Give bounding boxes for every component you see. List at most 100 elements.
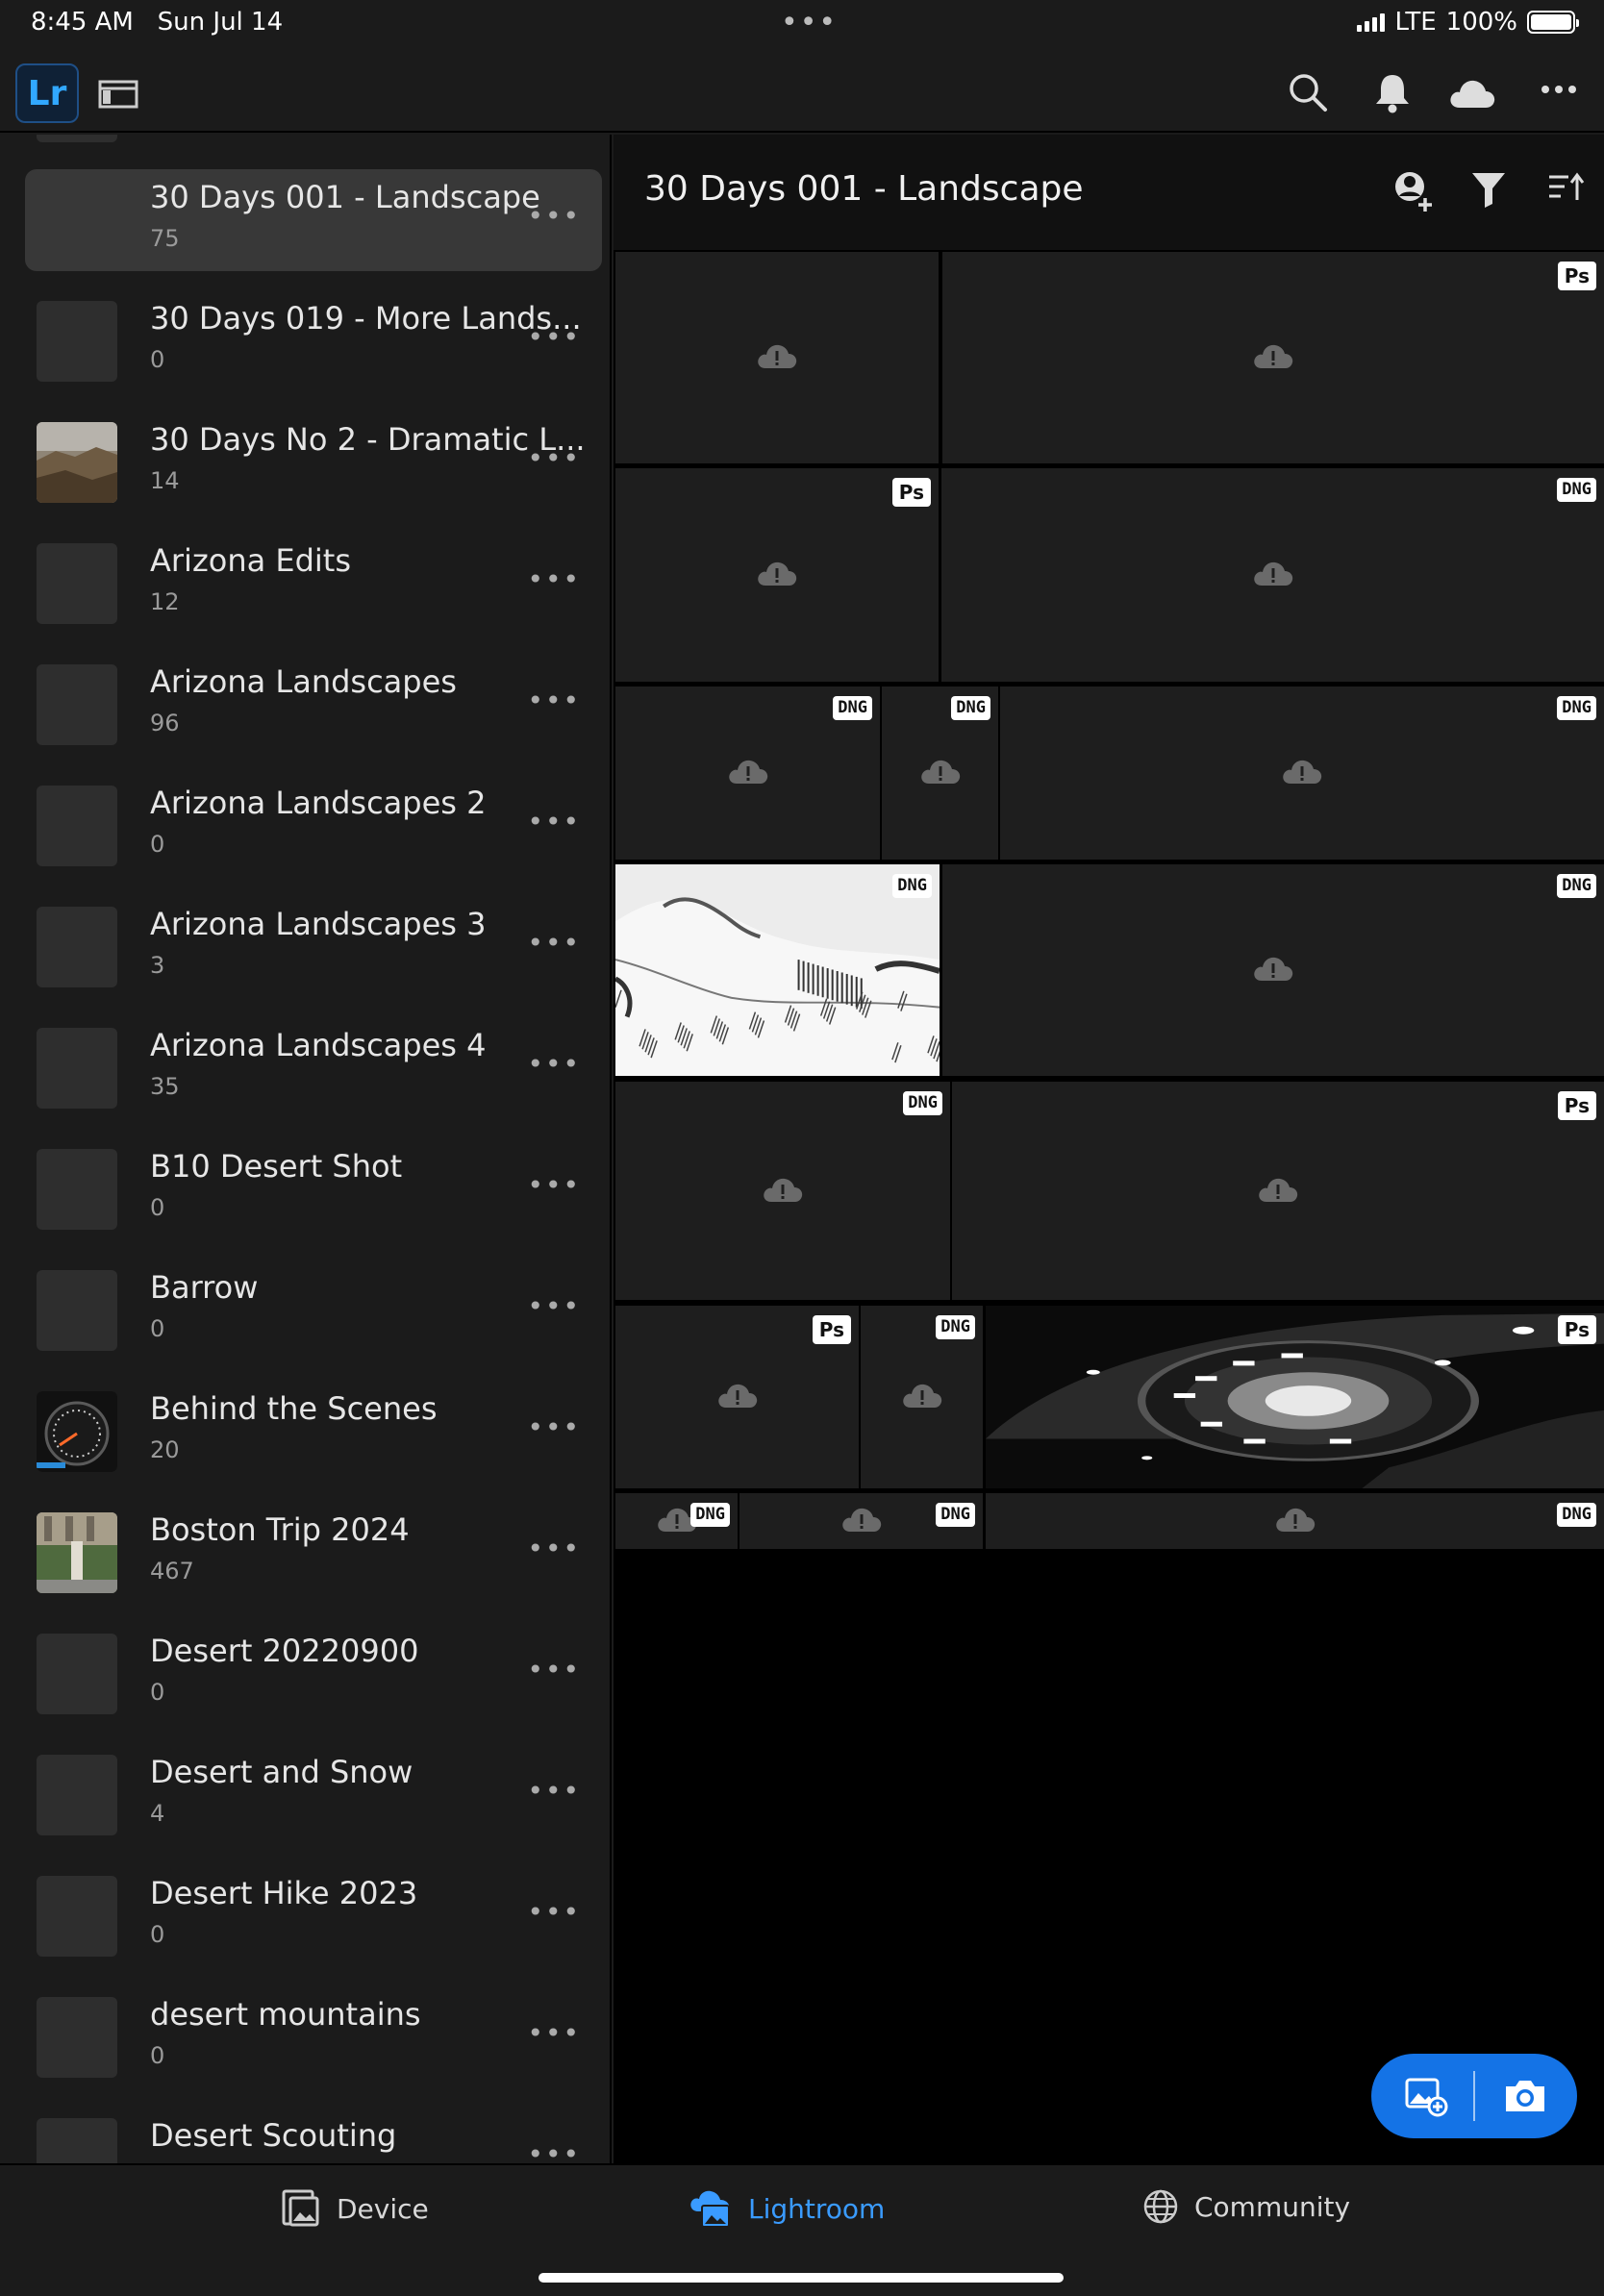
- album-item[interactable]: 30 Days 001 - Landscape 75 •••: [25, 169, 602, 271]
- album-item[interactable]: 30 Days 019 - More Lands... 0 •••: [25, 290, 602, 392]
- album-more-button[interactable]: •••: [527, 1169, 581, 1201]
- album-item-title: Barrow: [150, 1269, 259, 1306]
- album-more-button[interactable]: •••: [527, 2138, 581, 2163]
- globe-icon: [1143, 2189, 1178, 2224]
- album-item[interactable]: Boston Trip 2024 467 •••: [25, 1502, 602, 1604]
- photo-tile[interactable]: DNG: [861, 1306, 983, 1488]
- file-type-badge: DNG: [1557, 1503, 1596, 1527]
- home-indicator[interactable]: [539, 2273, 1064, 2283]
- lightroom-logo[interactable]: Lr: [15, 63, 79, 123]
- album-item[interactable]: 30 Days No 2 - Dramatic L... 14 •••: [25, 412, 602, 513]
- photo-tile[interactable]: Ps: [952, 1082, 1604, 1300]
- cloud-warning-icon: [1274, 1505, 1316, 1537]
- album-item[interactable]: Behind the Scenes 20 •••: [25, 1381, 602, 1483]
- album-more-button[interactable]: •••: [527, 1896, 581, 1928]
- album-item[interactable]: Barrow 0 •••: [25, 1260, 602, 1361]
- album-more-button[interactable]: •••: [527, 321, 581, 353]
- cloud-warning-icon: [919, 757, 962, 789]
- filter-icon[interactable]: [1469, 169, 1508, 210]
- album-more-button[interactable]: •••: [527, 1411, 581, 1443]
- sort-icon[interactable]: [1546, 169, 1585, 208]
- album-more-button[interactable]: •••: [527, 1654, 581, 1685]
- file-type-badge: DNG: [892, 874, 932, 898]
- more-icon[interactable]: [1541, 83, 1577, 96]
- photo-tile[interactable]: [615, 252, 939, 463]
- album-item-count: 75: [150, 225, 180, 252]
- camera-icon[interactable]: [1502, 2077, 1548, 2115]
- album-item-title: 30 Days 019 - More Lands...: [150, 300, 582, 337]
- album-more-button[interactable]: •••: [527, 1048, 581, 1080]
- album-more-button[interactable]: •••: [527, 806, 581, 837]
- photo-tile[interactable]: DNG: [986, 1493, 1604, 1549]
- album-item[interactable]: Desert Scouting •••: [25, 2108, 602, 2163]
- album-item-title: Desert Hike 2023: [150, 1875, 418, 1911]
- album-sidebar[interactable]: 30 Days 001 - Landscape 75 ••• 30 Days 019 …: [0, 135, 612, 2163]
- album-item-title: Arizona Edits: [150, 542, 352, 579]
- photo-tile[interactable]: DNG: [615, 1493, 738, 1549]
- album-more-button[interactable]: •••: [527, 200, 581, 232]
- album-more-button[interactable]: •••: [527, 2017, 581, 2049]
- album-item-count: 0: [150, 346, 165, 373]
- file-type-badge: DNG: [1557, 696, 1596, 720]
- add-photo-icon[interactable]: [1404, 2075, 1448, 2117]
- file-type-badge: Ps: [1557, 262, 1596, 290]
- cloud-icon[interactable]: [1448, 77, 1496, 110]
- album-more-button[interactable]: •••: [527, 1775, 581, 1807]
- search-icon[interactable]: [1287, 71, 1329, 113]
- cloud-warning-icon: [1252, 954, 1294, 986]
- album-item-title: Arizona Landscapes 4: [150, 1027, 487, 1063]
- album-item-title: Arizona Landscapes 3: [150, 906, 487, 942]
- photo-tile[interactable]: Ps: [615, 1306, 859, 1488]
- album-item-title: Boston Trip 2024: [150, 1511, 410, 1548]
- album-item[interactable]: Desert and Snow 4 •••: [25, 1744, 602, 1846]
- nav-community-label: Community: [1194, 2190, 1351, 2223]
- album-item-count: 14: [150, 467, 180, 494]
- album-item[interactable]: Arizona Landscapes 2 0 •••: [25, 775, 602, 877]
- album-item[interactable]: Desert Hike 2023 0 •••: [25, 1865, 602, 1967]
- album-item[interactable]: Desert 20220900 0 •••: [25, 1623, 602, 1725]
- album-item-count: 96: [150, 710, 180, 736]
- cloud-warning-icon: [901, 1381, 943, 1413]
- album-more-button[interactable]: •••: [527, 1533, 581, 1564]
- photo-tile[interactable]: Ps: [986, 1306, 1604, 1488]
- photo-tile[interactable]: DNG: [1000, 686, 1604, 860]
- photo-tile[interactable]: DNG: [882, 686, 998, 860]
- album-item[interactable]: B10 Desert Shot 0 •••: [25, 1138, 602, 1240]
- file-type-badge: DNG: [936, 1315, 975, 1339]
- panel-toggle-icon[interactable]: [98, 79, 138, 110]
- cloud-warning-icon: [716, 1381, 759, 1413]
- photo-tile[interactable]: DNG: [739, 1493, 983, 1549]
- photo-tile[interactable]: Ps: [615, 468, 939, 682]
- album-item-count: 20: [150, 1436, 180, 1463]
- device-icon: [282, 2189, 319, 2227]
- album-more-button[interactable]: •••: [527, 1290, 581, 1322]
- add-person-icon[interactable]: [1391, 169, 1437, 215]
- album-item[interactable]: Arizona Landscapes 4 35 •••: [25, 1017, 602, 1119]
- album-item-count: 0: [150, 1194, 165, 1221]
- bell-icon[interactable]: [1373, 71, 1412, 113]
- album-more-button[interactable]: •••: [527, 685, 581, 716]
- nav-lightroom[interactable]: Lightroom: [689, 2188, 885, 2229]
- lightroom-cloud-icon: [690, 2190, 730, 2228]
- nav-community[interactable]: Community: [1142, 2188, 1350, 2225]
- photo-tile[interactable]: DNG: [615, 864, 940, 1076]
- photo-tile[interactable]: DNG: [615, 1082, 950, 1300]
- album-item[interactable]: desert mountains 0 •••: [25, 1986, 602, 2088]
- album-content: 30 Days 001 - Landscape Ps Ps DNG DNG DNG DNG…: [614, 135, 1604, 2163]
- album-more-button[interactable]: •••: [527, 563, 581, 595]
- album-more-button[interactable]: •••: [527, 442, 581, 474]
- multitasking-dots[interactable]: •••: [781, 6, 838, 39]
- album-more-button[interactable]: •••: [527, 927, 581, 959]
- album-item[interactable]: Arizona Landscapes 96 •••: [25, 654, 602, 756]
- album-item[interactable]: Arizona Landscapes 3 3 •••: [25, 896, 602, 998]
- photo-tile[interactable]: Ps: [942, 252, 1604, 463]
- cloud-warning-icon: [762, 1175, 804, 1208]
- photo-tile[interactable]: DNG: [615, 686, 880, 860]
- nav-device[interactable]: Device: [281, 2188, 429, 2229]
- album-thumbnail: [37, 1512, 117, 1593]
- album-item-title: desert mountains: [150, 1996, 421, 2033]
- photo-tile[interactable]: DNG: [942, 864, 1604, 1076]
- photo-tile[interactable]: DNG: [941, 468, 1604, 682]
- album-item[interactable]: Arizona Edits 12 •••: [25, 533, 602, 635]
- file-type-badge: DNG: [951, 696, 990, 720]
